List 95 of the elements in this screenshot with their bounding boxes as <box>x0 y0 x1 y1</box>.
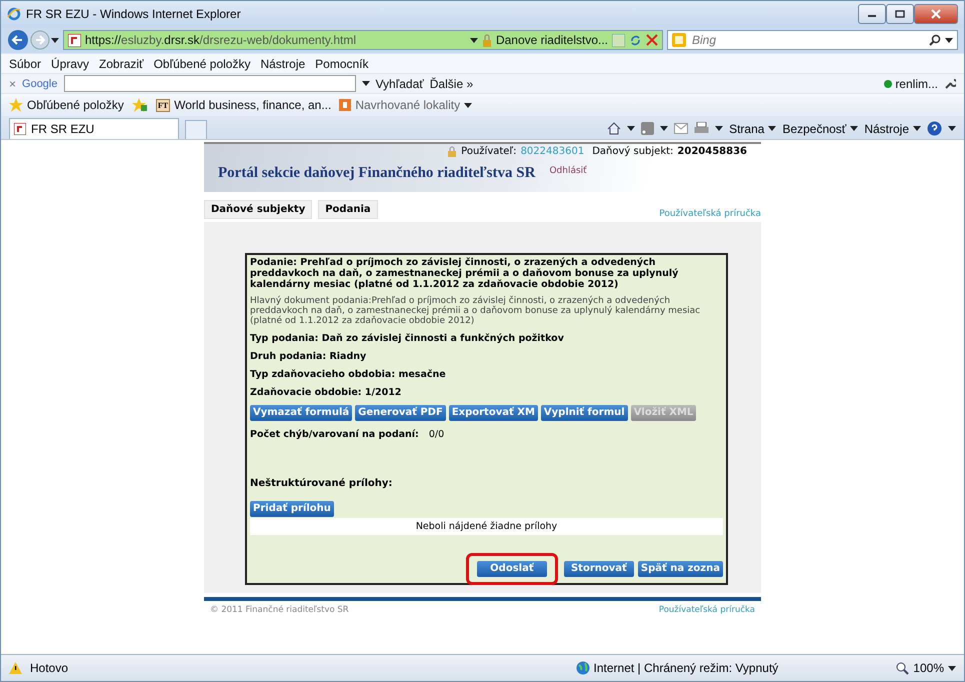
submission-field: Druh podania: Riadny <box>250 351 723 362</box>
command-menu[interactable]: Bezpečnosť <box>782 122 858 136</box>
history-caret-icon[interactable] <box>51 38 59 42</box>
action-button[interactable]: Stornovať <box>564 561 634 577</box>
portal-title: Portál sekcie daňovej Finančného riaditeľstva SR <box>218 164 536 182</box>
home-icon[interactable] <box>607 122 622 135</box>
action-button[interactable]: Späť na zozna <box>638 561 723 577</box>
caret-icon[interactable] <box>768 126 776 131</box>
minimize-button[interactable] <box>858 4 886 24</box>
menu-item[interactable]: Úpravy <box>51 56 90 70</box>
back-button[interactable] <box>7 29 29 51</box>
lock-icon <box>447 146 458 157</box>
close-icon <box>931 9 941 19</box>
search-caret-icon[interactable] <box>945 38 953 42</box>
maximize-icon <box>895 10 905 18</box>
command-menu[interactable]: Strana <box>729 122 776 136</box>
warning-icon <box>9 662 22 674</box>
dropdown-caret-icon[interactable] <box>470 38 478 42</box>
logout-link[interactable]: Odhlásiť <box>549 166 587 176</box>
error-count-value: 0/0 <box>428 429 444 440</box>
menu-item[interactable]: Zobraziť <box>99 56 144 70</box>
search-bar[interactable]: Bing <box>667 30 958 50</box>
site-identity[interactable]: Danove riaditelstvo... <box>496 33 608 47</box>
lock-icon <box>482 34 492 46</box>
address-field[interactable]: https://esluzby.drsr.sk/drsrezu-web/dokumenty.html Danove riaditelstvo... <box>63 30 663 50</box>
submission-field: Typ zdaňovacieho obdobia: mesačne <box>250 369 723 380</box>
help-icon[interactable] <box>927 121 942 136</box>
caret-icon[interactable] <box>850 126 858 131</box>
search-icon[interactable] <box>929 34 941 46</box>
nav-tab[interactable]: Daňové subjekty <box>204 200 312 219</box>
menu-item[interactable]: Obľúbené položky <box>154 56 250 70</box>
caret-icon[interactable] <box>913 126 921 131</box>
form-button[interactable]: Generovať PDF <box>355 405 446 421</box>
stop-icon[interactable] <box>646 34 658 46</box>
google-logo: Google <box>22 78 58 90</box>
site-icon <box>68 34 81 46</box>
form-button[interactable]: Vyplniť formul <box>540 405 628 421</box>
site-icon <box>339 99 352 111</box>
mail-icon[interactable] <box>674 123 688 134</box>
zoom-icon[interactable] <box>896 662 910 674</box>
menu-item[interactable]: Pomocník <box>315 56 369 70</box>
caret-icon[interactable] <box>948 666 956 670</box>
status-dot-icon <box>884 80 892 88</box>
close-button[interactable] <box>914 4 958 24</box>
field-caret-icon[interactable] <box>362 81 370 86</box>
search-field[interactable]: Bing <box>690 32 925 48</box>
site-badge: FT <box>156 98 170 112</box>
command-menu[interactable]: Nástroje <box>864 122 921 136</box>
security-zone[interactable]: Internet | Chránený režim: Vypnutý <box>594 661 778 675</box>
subject-id: 2020458836 <box>677 146 747 157</box>
account-menu[interactable]: renlim... <box>895 76 938 90</box>
submission-field: Zdaňovacie obdobie: 1/2012 <box>250 387 723 398</box>
add-attachment-button[interactable]: Pridať prílohu <box>250 501 334 517</box>
browser-logo-icon <box>7 7 21 21</box>
nav-tab[interactable]: Podania <box>318 200 378 219</box>
main-document-text: Hlavný dokument podania:Prehľad o príjmoch zo závislej činnosti, o zrazených a odvedených preddavkoch na daň, o zamestnaneckej prémii a o daňovom bonuse za uplynulý kalendárny mesiac (platné od 1.1.2012 za zdaňovacie obdobie 2012) <box>250 296 702 326</box>
caret-icon[interactable] <box>715 126 724 131</box>
caret-icon[interactable] <box>627 126 636 131</box>
form-button[interactable]: Exportovať XM <box>448 405 538 421</box>
browser-tab[interactable]: FR SR EZU <box>9 118 179 139</box>
wrench-icon[interactable] <box>944 78 956 90</box>
more-button[interactable]: Ďalšie » <box>430 76 474 90</box>
maximize-button[interactable] <box>886 4 914 24</box>
google-search-field[interactable] <box>64 75 356 92</box>
globe-icon <box>576 661 590 675</box>
caret-icon[interactable] <box>948 126 956 131</box>
google-search-button[interactable]: Vyhľadať <box>376 76 424 90</box>
refresh-icon[interactable] <box>629 34 642 46</box>
bing-icon <box>672 33 686 47</box>
attachments-label: Neštruktúrované prílohy: <box>250 478 394 489</box>
add-favorite-icon[interactable] <box>132 98 148 112</box>
empty-attachments-message: Neboli nájdené žiadne prílohy <box>250 518 723 535</box>
submission-heading: Podanie: Prehľad o príjmoch zo závislej činnosti, o zrazených a odvedených preddavkoch na daň, o zamestnaneckej prémii a o daňovom bonuse za uplynulý kalendárny mesiac (platné od 1.1.2012 za zdaňovacie obdobie 2012) <box>250 257 680 290</box>
favorite-link[interactable]: World business, finance, an... <box>174 98 332 112</box>
error-count-label: Počet chýb/varovaní na podaní: <box>250 429 419 440</box>
form-button[interactable]: Vymazať formulá <box>250 405 352 421</box>
subject-label: Daňový subjekt: <box>592 146 674 157</box>
favorites-button[interactable]: Obľúbené položky <box>27 98 124 112</box>
menu-item[interactable]: Nástroje <box>260 56 306 70</box>
caret-icon[interactable] <box>660 126 668 131</box>
action-button[interactable]: Odoslať <box>476 561 547 577</box>
menu-item[interactable]: Súbor <box>9 56 42 70</box>
status-text: Hotovo <box>30 661 68 675</box>
feed-icon[interactable] <box>641 122 654 135</box>
print-icon[interactable] <box>694 122 710 135</box>
favorite-link[interactable]: Navrhované lokality <box>355 98 460 112</box>
submission-field: Typ podania: Daň zo závislej činnosti a funkčných požitkov <box>250 333 723 344</box>
user-label: Používateľ: <box>461 146 517 157</box>
caret-icon[interactable] <box>464 102 472 108</box>
window-title: FR SR EZU - Windows Internet Explorer <box>26 7 242 21</box>
zoom-level[interactable]: 100% <box>913 661 944 675</box>
site-icon <box>14 123 26 135</box>
star-icon <box>9 98 23 112</box>
close-toolbar-button[interactable]: × <box>9 76 16 90</box>
copyright-text: © 2011 Finančné riaditeľstvo SR <box>210 605 349 615</box>
